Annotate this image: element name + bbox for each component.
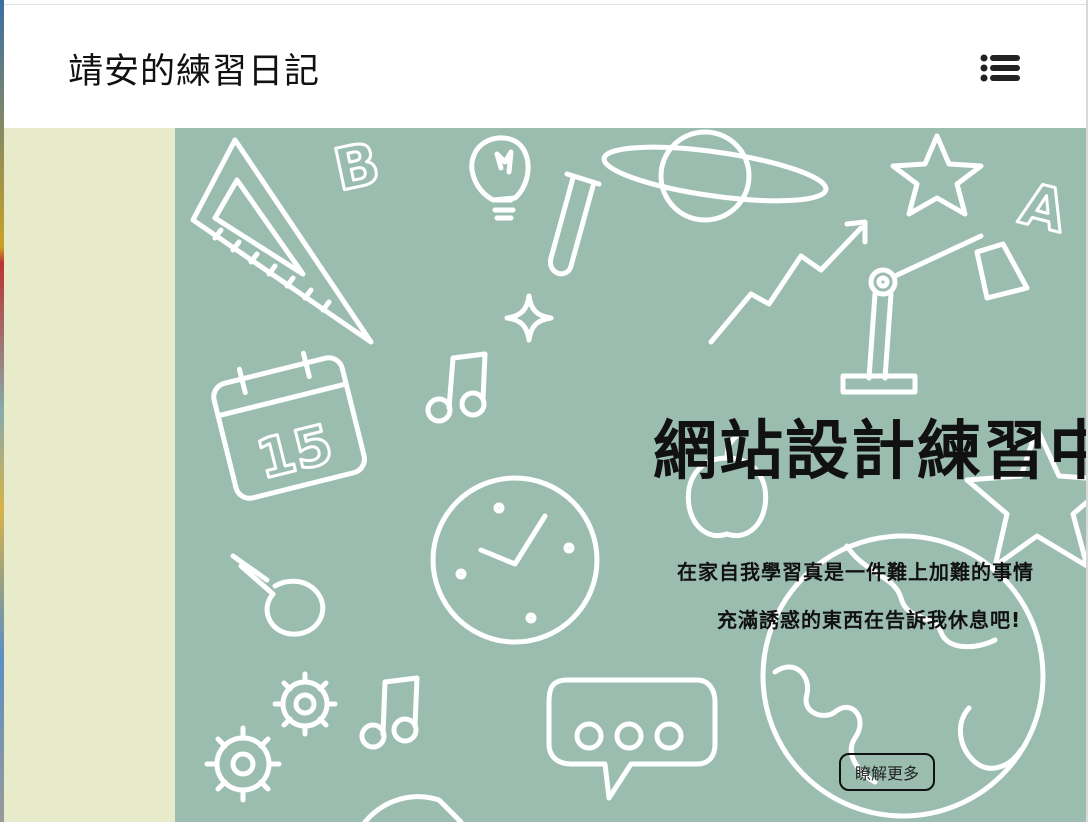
sparkle-icon [504,293,554,343]
planet-icon [601,129,829,223]
star-icon [890,133,984,217]
list-icon [980,54,1020,82]
music-note-icon [425,351,488,424]
hero-subtitle-line-1: 在家自我學習真是一件難上加難的事情 [677,560,1034,584]
hero-title: 網站設計練習中 [653,415,1086,489]
menu-button[interactable] [980,53,1020,83]
clock-icon [430,475,600,645]
learn-more-button[interactable]: 瞭解更多 [839,753,935,791]
sidebar [4,128,175,822]
flask-icon [230,553,326,637]
light-bulb-icon [469,135,531,221]
site-title[interactable]: 靖安的練習日記 [68,43,320,94]
trend-arrow-icon [708,219,868,345]
hero-banner: B A 15 網站設計練習中 在家自我學習真是一件難上加難的事情 充滿誘惑的東西… [175,128,1086,822]
test-tube-icon [548,171,602,277]
music-note-icon-2 [359,675,420,750]
hero-subtitle-line-2: 充滿誘惑的東西在告訴我休息吧! [717,608,1022,632]
letter-a: A [1013,169,1073,246]
site-header: 靖安的練習日記 [4,4,1086,129]
gear-icon-2 [204,725,282,803]
letter-b: B [328,129,385,205]
calendar-icon: 15 [211,350,367,501]
gear-icon [272,671,338,737]
book-icon [362,794,464,822]
desk-lamp-icon [840,233,1030,395]
chat-bubble-icon [546,677,718,801]
